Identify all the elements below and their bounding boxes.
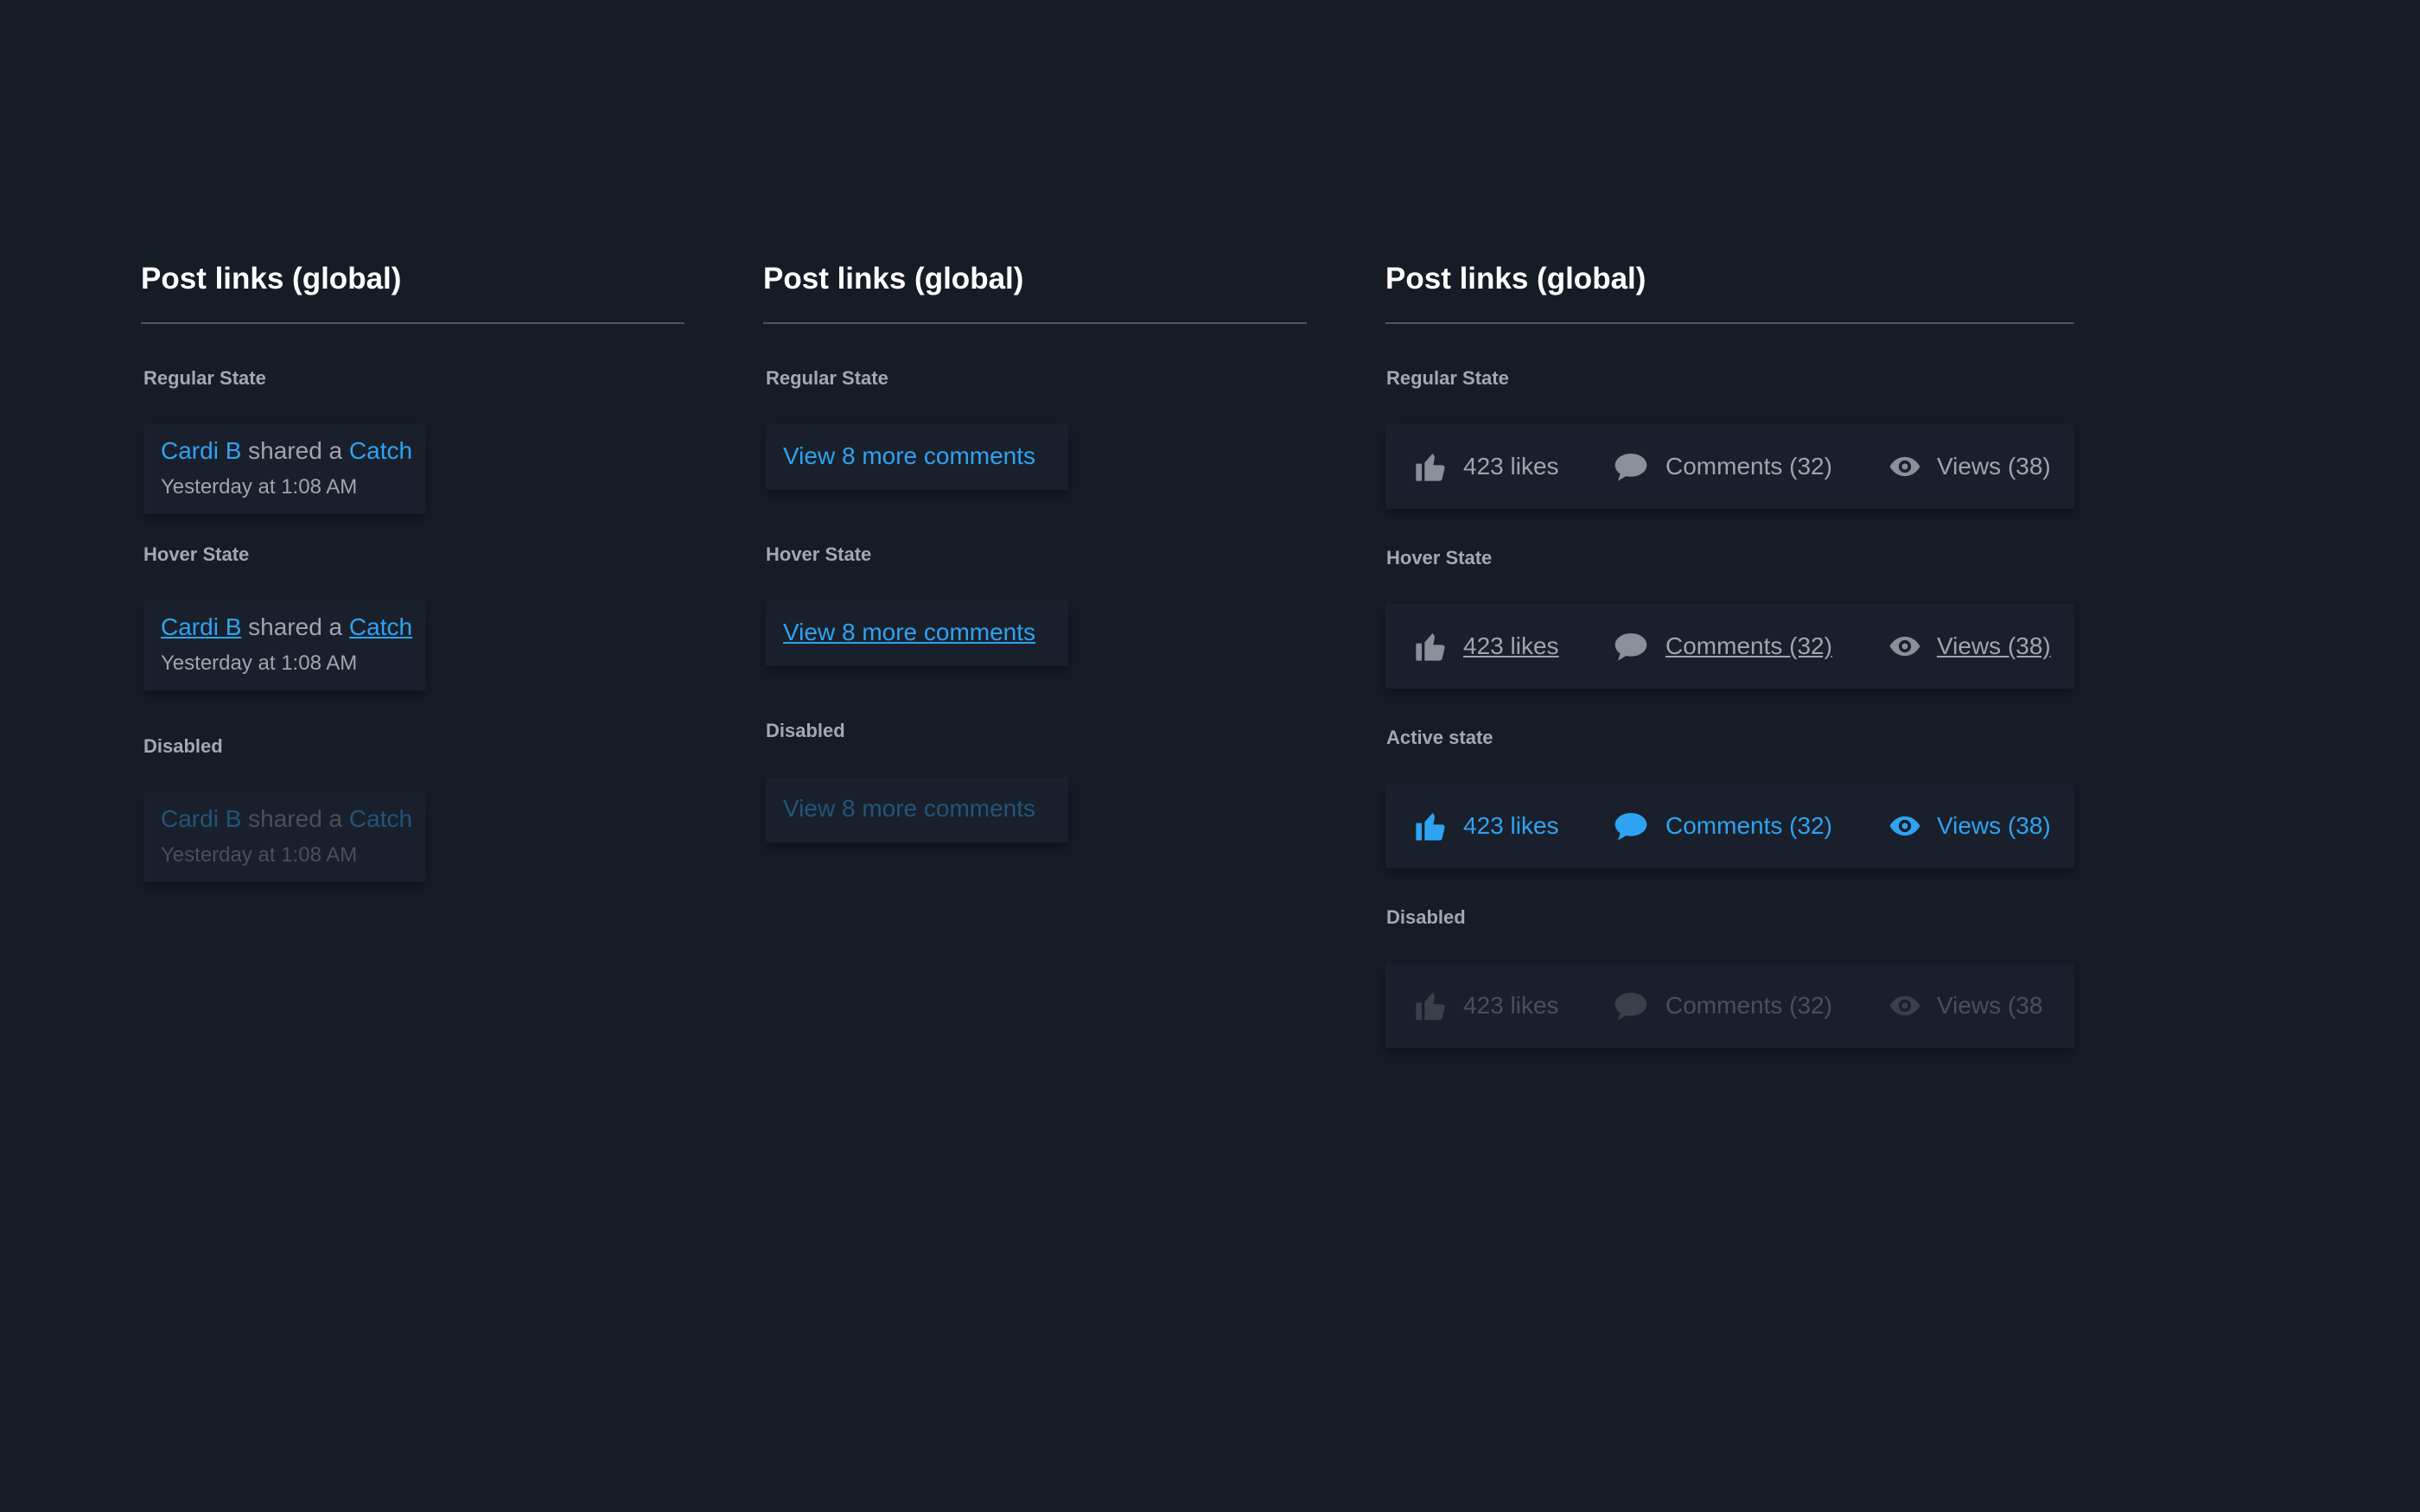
thumbs-up-icon	[1416, 454, 1445, 481]
view-more-comments-link[interactable]: View 8 more comments	[783, 442, 1035, 471]
action-text: shared a	[241, 613, 349, 640]
views-link[interactable]: Views (38)	[1888, 784, 2051, 868]
stats-card-regular: 423 likes Comments (32) Views (38)	[1385, 424, 2074, 509]
post-timestamp: Yesterday at 1:08 AM	[161, 651, 358, 675]
comments-card-hover: View 8 more comments	[766, 600, 1068, 666]
section-title: Post links (global)	[1385, 257, 2074, 324]
speech-bubble-icon	[1614, 993, 1647, 1020]
state-label-regular: Regular State	[766, 367, 888, 389]
stats-card-hover: 423 likes Comments (32) Views (38)	[1385, 604, 2074, 689]
post-timestamp: Yesterday at 1:08 AM	[161, 475, 358, 499]
post-line: Cardi B shared a Catch	[161, 804, 412, 834]
comments-count: Comments (32)	[1665, 812, 1832, 839]
views-link[interactable]: Views (38)	[1888, 424, 2051, 509]
comments-count: Comments (32)	[1665, 453, 1832, 480]
thumbs-up-icon	[1416, 993, 1445, 1020]
view-more-comments-link: View 8 more comments	[783, 795, 1036, 822]
stats-card-active: 423 likes Comments (32) Views (38)	[1385, 784, 2074, 868]
section-title: Post links (global)	[763, 257, 1307, 324]
views-count: Views (38	[1937, 992, 2043, 1019]
comments-card-regular: View 8 more comments	[766, 424, 1068, 490]
object-link[interactable]: Catch	[349, 613, 412, 640]
thumbs-up-icon	[1416, 633, 1445, 661]
object-link: Catch	[348, 805, 413, 832]
eye-icon	[1889, 816, 1920, 836]
post-card-regular: Cardi B shared a Catch Yesterday at 1:08…	[143, 424, 426, 514]
eye-icon	[1889, 456, 1920, 477]
likes-count: 423 likes	[1463, 632, 1559, 659]
likes-link[interactable]: 423 likes	[1413, 784, 1559, 868]
post-links-column-3: Post links (global) Regular State 423 li…	[1385, 257, 2074, 1048]
views-count: Views (38)	[1937, 632, 2051, 659]
post-timestamp: Yesterday at 1:08 AM	[161, 843, 358, 867]
stats-card-disabled: 423 likes Comments (32) Views (38	[1385, 963, 2074, 1048]
views-count: Views (38)	[1937, 453, 2051, 480]
state-label-regular: Regular State	[143, 367, 266, 389]
action-text: shared a	[241, 437, 349, 464]
state-label-active: Active state	[1386, 727, 1493, 748]
state-label-regular: Regular State	[1386, 367, 1509, 389]
speech-bubble-icon	[1614, 633, 1647, 661]
speech-bubble-icon	[1614, 454, 1647, 481]
likes-link[interactable]: 423 likes	[1413, 604, 1559, 689]
state-label-hover: Hover State	[1386, 547, 1493, 569]
views-link: Views (38	[1888, 963, 2042, 1048]
likes-link[interactable]: 423 likes	[1413, 424, 1559, 509]
speech-bubble-icon	[1614, 813, 1647, 841]
views-link[interactable]: Views (38)	[1888, 604, 2051, 689]
likes-count: 423 likes	[1463, 812, 1559, 839]
post-card-hover: Cardi B shared a Catch Yesterday at 1:08…	[143, 600, 426, 690]
state-label-hover: Hover State	[143, 543, 250, 565]
post-line: Cardi B shared a Catch	[161, 613, 412, 642]
comments-card-disabled: View 8 more comments	[766, 777, 1068, 842]
likes-link: 423 likes	[1413, 963, 1559, 1048]
action-text: shared a	[241, 805, 349, 832]
object-link[interactable]: Catch	[349, 437, 412, 464]
eye-icon	[1889, 636, 1920, 657]
views-count: Views (38)	[1937, 812, 2051, 839]
comments-count: Comments (32)	[1665, 632, 1832, 659]
comments-count: Comments (32)	[1665, 992, 1832, 1019]
author-link[interactable]: Cardi B	[161, 613, 241, 640]
post-line: Cardi B shared a Catch	[161, 436, 412, 466]
likes-count: 423 likes	[1463, 992, 1559, 1019]
state-label-disabled: Disabled	[766, 720, 845, 741]
post-links-column-1: Post links (global) Regular State Cardi …	[141, 257, 685, 882]
likes-count: 423 likes	[1463, 453, 1559, 480]
author-link[interactable]: Cardi B	[161, 437, 241, 464]
state-label-hover: Hover State	[766, 543, 872, 565]
comments-link[interactable]: Comments (32)	[1612, 784, 1832, 868]
eye-icon	[1889, 995, 1920, 1016]
state-label-disabled: Disabled	[1386, 906, 1466, 928]
view-more-comments-link[interactable]: View 8 more comments	[783, 618, 1035, 647]
thumbs-up-icon	[1416, 813, 1445, 841]
state-label-disabled: Disabled	[143, 735, 223, 757]
comments-link: Comments (32)	[1612, 963, 1832, 1048]
post-card-disabled: Cardi B shared a Catch Yesterday at 1:08…	[143, 792, 426, 882]
post-links-column-2: Post links (global) Regular State View 8…	[763, 257, 1307, 842]
author-link: Cardi B	[161, 805, 242, 832]
section-title: Post links (global)	[141, 257, 685, 324]
comments-link[interactable]: Comments (32)	[1612, 604, 1832, 689]
comments-link[interactable]: Comments (32)	[1612, 424, 1832, 509]
